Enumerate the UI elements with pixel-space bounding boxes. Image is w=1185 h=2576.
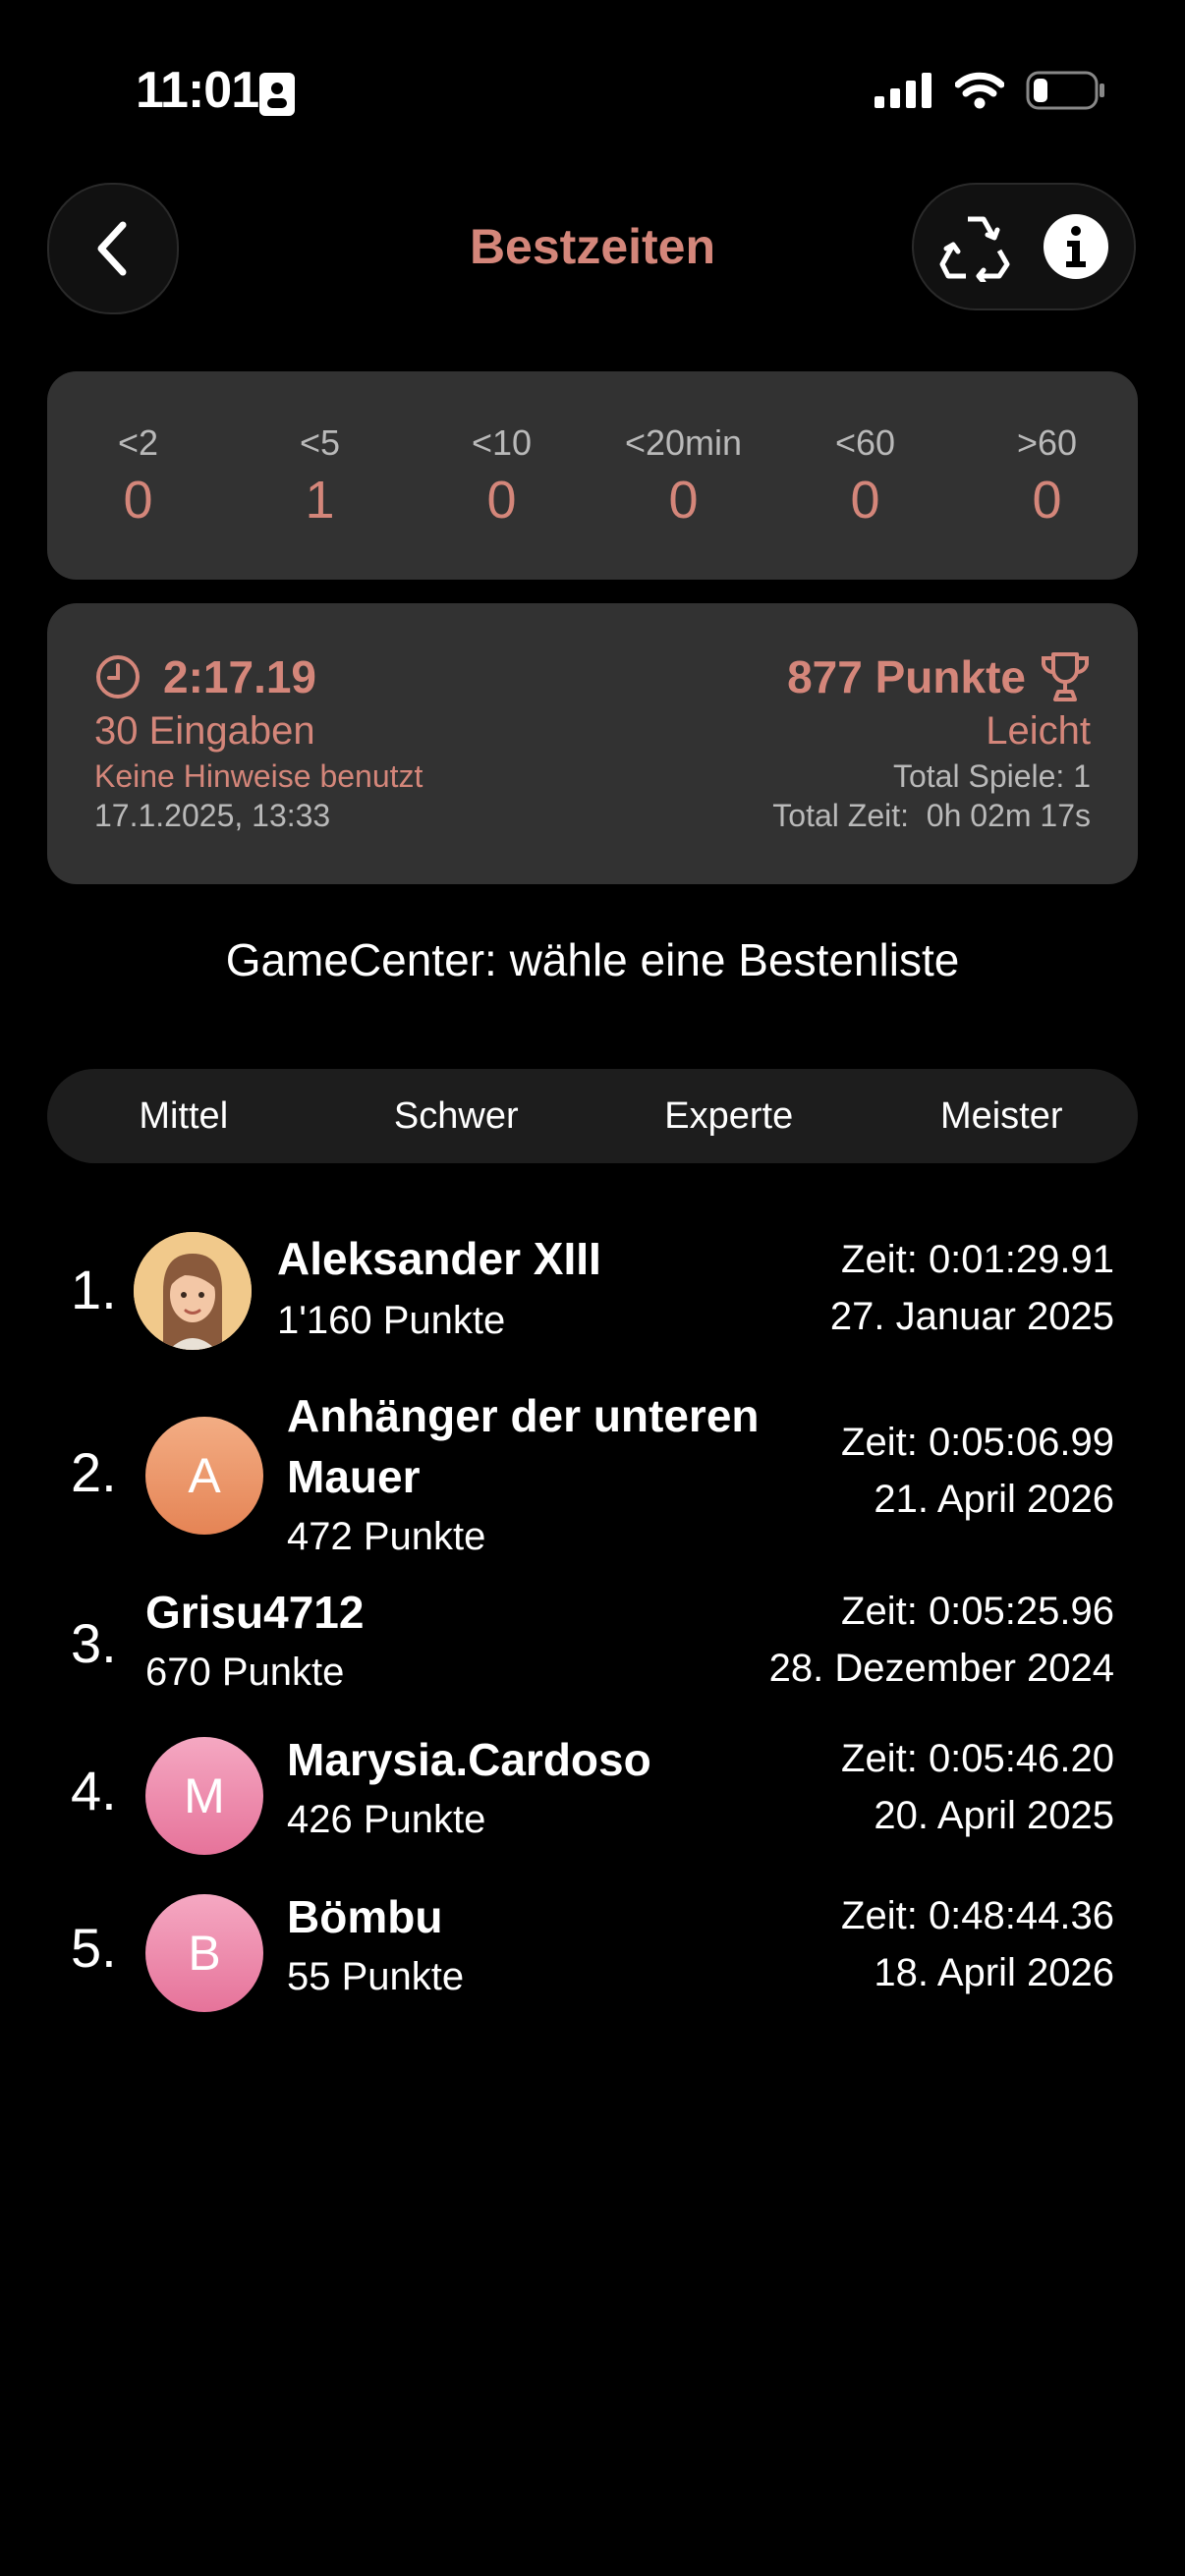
time-bin-label: <5 [299,422,341,463]
segment-experte[interactable]: Experte [592,1095,866,1138]
time-bin: <60 0 [774,371,956,580]
leaderboard-row[interactable]: 4. M Marysia.Cardoso 426 Punkte Zeit: 0:… [47,1729,1138,1867]
avatar: B [145,1894,263,2012]
time-bin: <5 1 [229,371,411,580]
leaderboard-row[interactable]: 5. B Bömbu 55 Punkte Zeit: 0:48:44.36 18… [47,1886,1138,2024]
player-points: 1'160 Punkte [277,1299,506,1342]
player-points: 670 Punkte [145,1651,345,1694]
player-time: Zeit: 0:05:06.99 [841,1421,1114,1464]
player-date: 27. Januar 2025 [829,1295,1114,1338]
time-bin-count: 0 [486,471,517,530]
time-bin-label: <20min [624,422,743,463]
player-name: Anhänger der unteren Mauer [287,1390,760,1502]
player-date: 21. April 2026 [874,1478,1114,1521]
nav-actions [912,183,1136,310]
best-points-value: 877 Punkte [787,651,1026,702]
recycle-icon [939,216,1010,282]
rank: 3. [71,1612,117,1674]
entries-count: 30 Eingaben [94,709,315,753]
player-time: Zeit: 0:48:44.36 [841,1894,1114,1937]
time-bin: <20min 0 [592,371,774,580]
status-time: 11:01 [136,62,259,119]
time-bin-label: >60 [1016,422,1078,463]
record-date: 17.1.2025, 13:33 [94,798,331,833]
leaderboard-row[interactable]: 1. Aleksander XIII 1'160 Punkte Zeit: 0:… [47,1228,1138,1366]
player-date: 20. April 2025 [874,1794,1114,1837]
best-time: 2:17.19 [94,650,316,703]
leaderboard-row[interactable]: 2. A Anhänger der unteren Mauer 472 Punk… [47,1385,1138,1562]
player-time: Zeit: 0:05:25.96 [841,1590,1114,1633]
player-name: Aleksander XIII [277,1233,601,1284]
avatar-letter: M [184,1768,225,1823]
avatar-letter: B [188,1926,221,1981]
segment-mittel[interactable]: Mittel [47,1095,320,1138]
player-time: Zeit: 0:01:29.91 [841,1238,1114,1281]
time-distribution-card: <2 0 <5 1 <10 0 <20min 0 <60 0 >60 0 [47,371,1138,580]
total-time: Total Zeit: 0h 02m 17s [772,798,1091,833]
clock-icon [96,655,140,699]
difficulty-segmented-control: Mittel Schwer Experte Meister [47,1069,1138,1163]
time-bin-count: 0 [123,471,153,530]
avatar: A [145,1417,263,1535]
player-points: 426 Punkte [287,1798,486,1841]
player-name: Marysia.Cardoso [287,1734,651,1785]
player-name: Grisu4712 [145,1587,365,1638]
info-icon [1044,214,1108,279]
best-record-card: 2:17.19 30 Eingaben Keine Hinweise benut… [47,603,1138,884]
total-games: Total Spiele: 1 [892,758,1091,794]
rank: 4. [71,1760,117,1821]
player-points: 472 Punkte [287,1515,486,1558]
player-time: Zeit: 0:05:46.20 [841,1737,1114,1780]
time-bin-count: 0 [668,471,699,530]
best-points: 877 Punkte [787,650,1091,703]
player-date: 18. April 2026 [874,1951,1114,1994]
segment-meister[interactable]: Meister [866,1095,1139,1138]
time-bin-count: 1 [305,471,335,530]
player-points: 55 Punkte [287,1955,465,1998]
memoji-avatar-icon [134,1232,252,1350]
player-date: 28. Dezember 2024 [768,1647,1114,1690]
player-name: Bömbu [287,1891,443,1942]
time-bin-count: 0 [1032,471,1062,530]
rank: 5. [71,1917,117,1979]
id-card-icon [257,71,297,123]
rank: 1. [71,1259,117,1320]
gamecenter-heading: GameCenter: wähle eine Bestenliste [225,934,960,985]
battery-icon [1026,71,1104,110]
time-bin-label: <2 [117,422,159,463]
cellular-icon [875,73,931,108]
time-bin-label: <60 [834,422,896,463]
time-bin-label: <10 [471,422,533,463]
status-icons [875,71,1106,110]
time-bin: <2 0 [47,371,229,580]
wifi-icon [955,72,1004,109]
best-time-value: 2:17.19 [163,651,317,702]
time-bin: >60 0 [956,371,1138,580]
segment-schwer[interactable]: Schwer [320,1095,593,1138]
info-button[interactable] [1043,213,1109,280]
avatar [134,1232,252,1350]
time-bin-count: 0 [850,471,880,530]
avatar-letter: A [188,1448,221,1503]
recycle-button[interactable] [938,211,1013,282]
trophy-icon [1042,652,1089,701]
difficulty-label: Leicht [986,709,1091,753]
avatar: M [145,1737,263,1855]
time-bin: <10 0 [411,371,592,580]
rank: 2. [71,1441,117,1503]
hints-used: Keine Hinweise benutzt [94,758,423,794]
leaderboard-row[interactable]: 3. Grisu4712 670 Punkte Zeit: 0:05:25.96… [47,1582,1138,1709]
